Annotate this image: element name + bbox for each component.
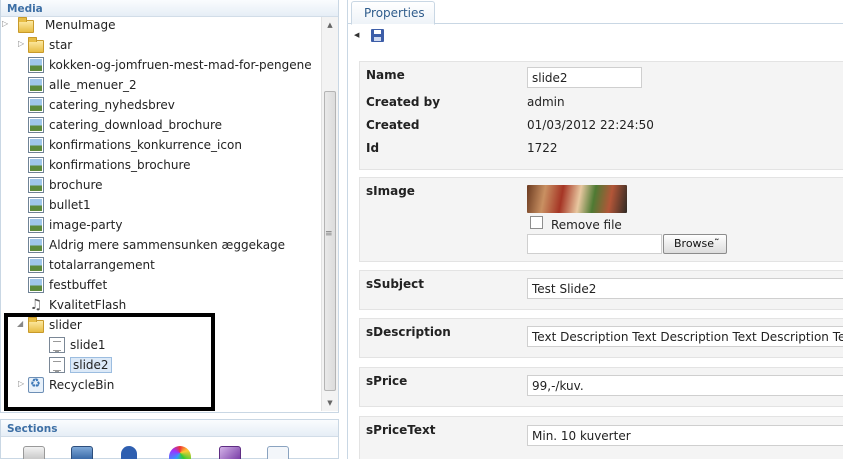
image-icon	[28, 77, 44, 93]
scroll-down-icon[interactable]: ▼	[322, 395, 338, 411]
color-wheel-icon[interactable]	[169, 446, 191, 459]
tree-item-label: festbuffet	[49, 278, 108, 292]
selection-highlight-frame	[4, 313, 215, 411]
ssubject-group: sSubject Test Slide2	[359, 270, 843, 310]
tree-item-label: KvalitetFlash	[49, 298, 127, 312]
brush-icon[interactable]	[219, 446, 241, 459]
sprice-label: sPrice	[366, 374, 408, 388]
tree-item-label: MenuImage	[45, 18, 116, 32]
tree-item-label: catering_nyhedsbrev	[49, 98, 175, 112]
general-properties-group: Name slide2 Created by admin Created 01/…	[359, 61, 843, 170]
properties-form: Name slide2 Created by admin Created 01/…	[359, 61, 843, 459]
simage-group: sImage Remove file Browse˜	[359, 177, 843, 262]
spricetext-input[interactable]: Min. 10 kuverter	[527, 425, 843, 446]
tree-item-image[interactable]: brochure	[28, 175, 103, 195]
tree-item-label: alle_menuer_2	[49, 78, 137, 92]
folder-icon	[18, 17, 34, 33]
expand-arrow-icon[interactable]: ▷	[18, 40, 26, 48]
music-note-icon: ♫	[29, 297, 43, 313]
tree-item-image[interactable]: totalarrangement	[28, 255, 155, 275]
image-icon	[28, 237, 44, 253]
image-icon	[28, 257, 44, 273]
sdescription-label: sDescription	[366, 325, 451, 339]
scrollbar-thumb[interactable]	[324, 91, 336, 391]
tree-item-label: star	[49, 38, 73, 52]
sections-panel-title: Sections	[1, 420, 338, 437]
created-by-label: Created by	[366, 95, 441, 109]
toolbar: ◀	[348, 24, 843, 49]
folder-icon	[28, 36, 44, 53]
tree-item-image[interactable]: alle_menuer_2	[28, 75, 137, 95]
id-label: Id	[366, 141, 380, 155]
tree-item-label: catering_download_brochure	[49, 118, 223, 132]
tree-item-image[interactable]: Aldrig mere sammensunken æggekage	[28, 235, 285, 255]
tree-item-star[interactable]: ▷ star	[18, 35, 73, 55]
sections-icon-bar	[1, 446, 340, 459]
ssubject-label: sSubject	[366, 277, 425, 291]
sdescription-group: sDescription Text Description Text Descr…	[359, 318, 843, 358]
tree-item-image[interactable]: festbuffet	[28, 275, 107, 295]
tree-item-label: bullet1	[49, 198, 91, 212]
image-icon	[28, 277, 44, 293]
tree-item-image[interactable]: catering_nyhedsbrev	[28, 95, 175, 115]
form-icon[interactable]	[267, 446, 289, 459]
tree-item-label: totalarrangement	[49, 258, 155, 272]
tree-item-label: image-party	[49, 218, 123, 232]
tree-item-image[interactable]: catering_download_brochure	[28, 115, 222, 135]
sdescription-input[interactable]: Text Description Text Description Text D…	[527, 326, 843, 347]
tree-scrollbar[interactable]: ▲ ≡ ▼	[321, 17, 338, 411]
properties-pane: Properties ◀ Name slide2 Created by admi…	[347, 0, 843, 459]
sections-panel: Sections	[0, 419, 339, 459]
slide-thumbnail-image	[527, 185, 627, 213]
tree-item-menuimage[interactable]: ▷ MenuImage	[2, 17, 116, 35]
spricetext-group: sPriceText Min. 10 kuverter	[359, 416, 843, 459]
ssubject-input[interactable]: Test Slide2	[527, 278, 843, 299]
image-icon	[28, 117, 44, 133]
spricetext-label: sPriceText	[366, 423, 436, 437]
tree-item-image[interactable]: image-party	[28, 215, 122, 235]
id-value: 1722	[527, 141, 558, 155]
tab-properties[interactable]: Properties	[351, 1, 435, 25]
tree-item-image[interactable]: konfirmations_konkurrence_icon	[28, 135, 242, 155]
image-icon	[28, 97, 44, 113]
created-label: Created	[366, 118, 420, 132]
tree-item-image[interactable]: kokken-og-jomfruen-mest-mad-for-pengene	[28, 55, 312, 75]
sprice-group: sPrice 99,-/kuv.	[359, 367, 843, 407]
name-input[interactable]: slide2	[527, 67, 642, 88]
tree-item-label: brochure	[49, 178, 103, 192]
tree-item-image[interactable]: konfirmations_brochure	[28, 155, 191, 175]
collapse-arrow-icon[interactable]: ◀	[354, 31, 359, 39]
image-icon	[28, 177, 44, 193]
tree-item-label: konfirmations_konkurrence_icon	[49, 138, 242, 152]
image-icon	[28, 57, 44, 73]
image-icon	[28, 137, 44, 153]
monitor-icon[interactable]	[71, 446, 93, 459]
save-icon[interactable]	[371, 29, 384, 42]
remove-file-checkbox[interactable]	[530, 216, 543, 229]
sprice-input[interactable]: 99,-/kuv.	[527, 375, 843, 396]
tab-strip: Properties	[348, 0, 843, 25]
image-icon	[28, 217, 44, 233]
image-icon	[28, 157, 44, 173]
created-value: 01/03/2012 22:24:50	[527, 118, 654, 132]
tree-item-label: Aldrig mere sammensunken æggekage	[49, 238, 286, 252]
grip-icon: ≡	[325, 229, 333, 239]
image-icon	[28, 197, 44, 213]
media-panel-title: Media	[1, 0, 338, 17]
tree-item-label: konfirmations_brochure	[49, 158, 191, 172]
tree-item-image[interactable]: bullet1	[28, 195, 91, 215]
scroll-up-icon[interactable]: ▲	[322, 17, 338, 33]
simage-label: sImage	[366, 184, 415, 198]
created-by-value: admin	[527, 95, 565, 109]
tree-item-label: kokken-og-jomfruen-mest-mad-for-pengene	[49, 58, 312, 72]
file-path-input[interactable]	[527, 234, 662, 254]
remove-file-label: Remove file	[551, 218, 622, 232]
browse-button[interactable]: Browse˜	[663, 234, 727, 254]
tree-item-flash[interactable]: ♫ KvalitetFlash	[28, 295, 127, 315]
name-label: Name	[366, 68, 405, 82]
user-icon[interactable]	[121, 446, 137, 459]
expand-arrow-icon[interactable]: ▷	[2, 20, 10, 28]
media-panel: Media ▷ MenuImage ▷ star kokken-og-jomfr…	[0, 0, 339, 413]
edit-icon[interactable]	[23, 446, 45, 459]
